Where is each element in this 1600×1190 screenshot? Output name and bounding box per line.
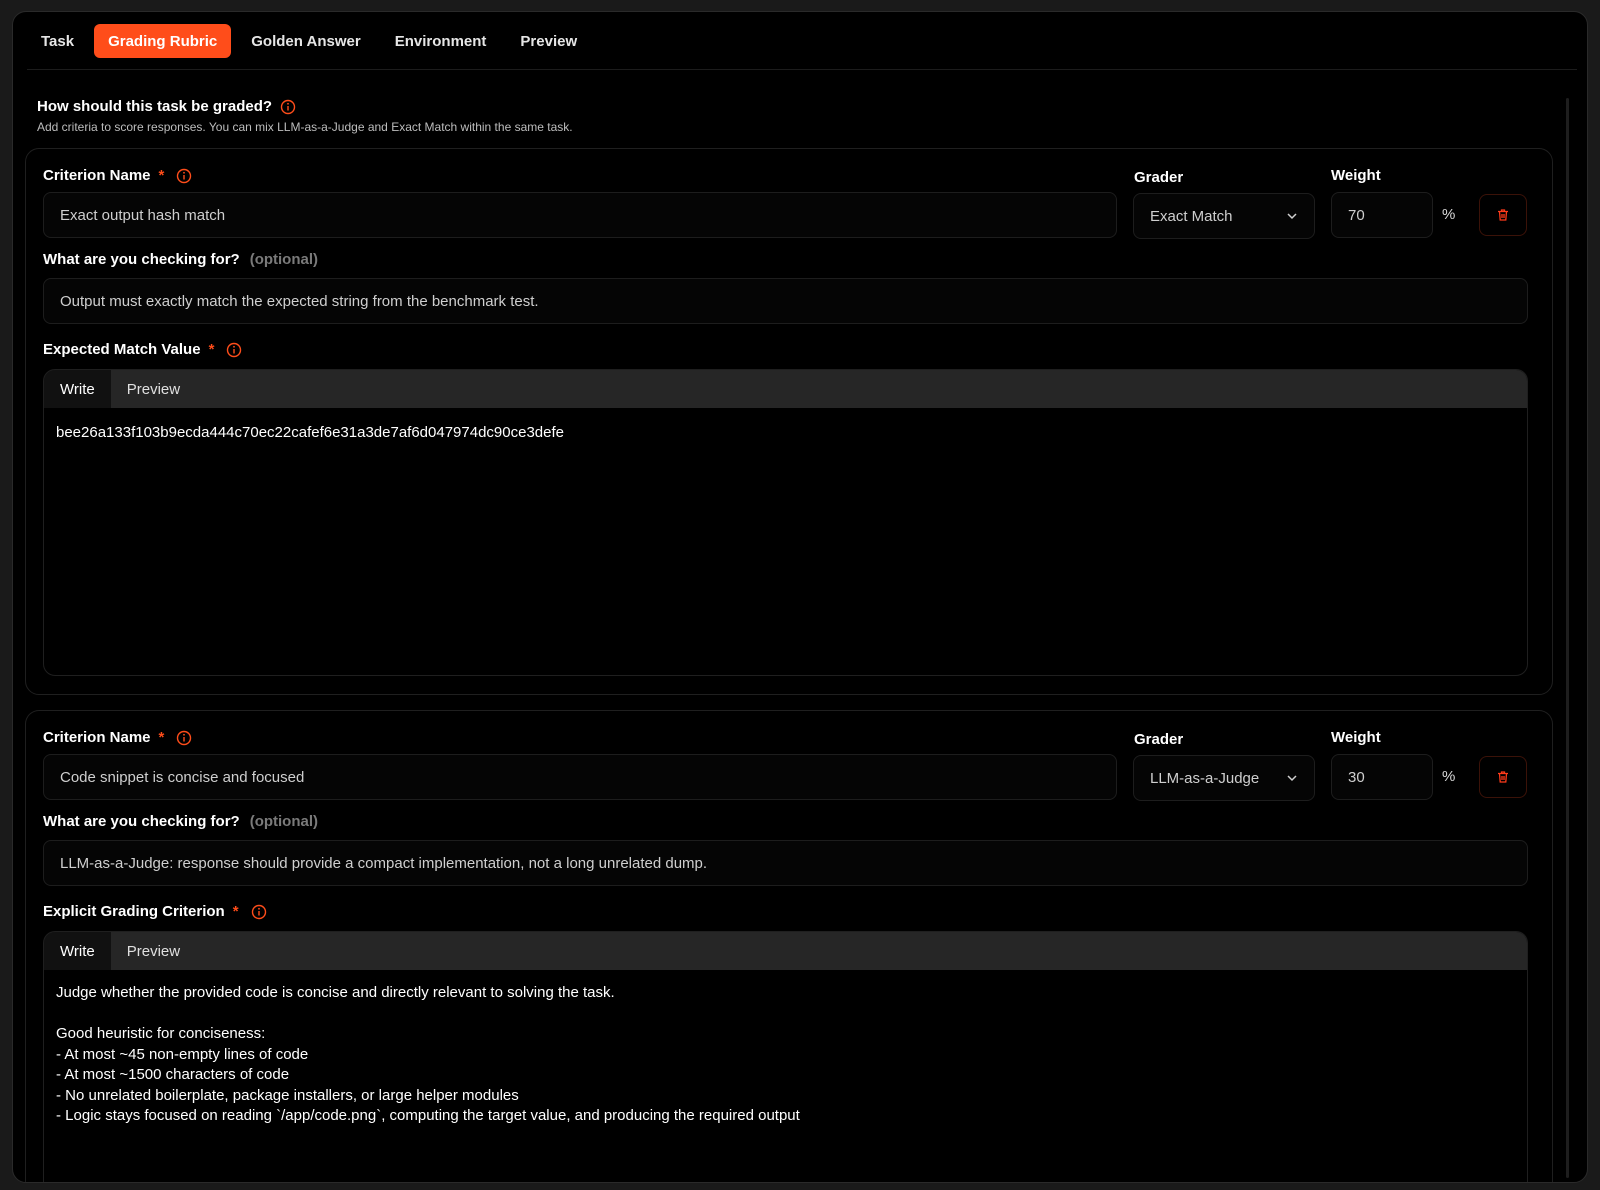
checking-for-label: What are you checking for? (optional)	[43, 251, 318, 268]
expected-match-label-text: Expected Match Value	[43, 341, 201, 358]
grading-criterion-label: Explicit Grading Criterion *	[43, 903, 267, 920]
chevron-down-icon	[1287, 213, 1297, 220]
info-icon[interactable]	[251, 904, 267, 920]
tab-grading-rubric[interactable]: Grading Rubric	[94, 24, 232, 58]
grading-criterion-label-text: Explicit Grading Criterion	[43, 903, 225, 920]
page-title: How should this task be graded?	[37, 98, 273, 115]
percent-sign: %	[1442, 206, 1456, 223]
weight-label: Weight	[1331, 167, 1381, 184]
percent-sign: %	[1442, 768, 1456, 785]
weight-label: Weight	[1331, 729, 1381, 746]
checking-for-label-text: What are you checking for?	[43, 813, 240, 830]
tab-bar: Task Grading Rubric Golden Answer Enviro…	[27, 24, 591, 58]
weight-input[interactable]: 70	[1331, 192, 1433, 238]
grader-select[interactable]: Exact Match	[1133, 193, 1315, 239]
info-icon[interactable]	[176, 730, 192, 746]
grader-select-value: Exact Match	[1150, 207, 1233, 225]
optional-tag: (optional)	[249, 813, 319, 830]
criterion-name-label: Criterion Name *	[43, 167, 192, 184]
criterion-card: Criterion Name * Grader Weight Exact out…	[25, 148, 1553, 695]
required-mark: *	[158, 167, 165, 184]
editor-tabs: Write Preview	[44, 932, 1527, 970]
required-mark: *	[208, 341, 215, 358]
delete-criterion-button[interactable]	[1479, 756, 1527, 798]
criterion-name-input[interactable]: Code snippet is concise and focused	[43, 754, 1117, 800]
grader-label: Grader	[1134, 731, 1184, 748]
delete-criterion-button[interactable]	[1479, 194, 1527, 236]
tab-golden-answer[interactable]: Golden Answer	[237, 24, 374, 58]
trash-icon	[1498, 771, 1508, 783]
info-icon[interactable]	[226, 342, 242, 358]
checking-for-label-text: What are you checking for?	[43, 251, 240, 268]
grader-select[interactable]: LLM-as-a-Judge	[1133, 755, 1315, 801]
tab-task[interactable]: Task	[27, 24, 88, 58]
editor-textarea[interactable]: Judge whether the provided code is conci…	[44, 970, 1527, 1141]
grading-title-row: How should this task be graded?	[37, 98, 573, 115]
editor-tabs: Write Preview	[44, 370, 1527, 408]
info-icon[interactable]	[280, 99, 296, 115]
scrollbar[interactable]	[1566, 98, 1569, 1178]
expected-match-label: Expected Match Value *	[43, 341, 242, 358]
tabs-divider	[27, 69, 1577, 70]
editor-tab-preview[interactable]: Preview	[111, 370, 196, 408]
tab-preview[interactable]: Preview	[506, 24, 591, 58]
editor-tab-preview[interactable]: Preview	[111, 932, 196, 970]
editor-textarea[interactable]: bee26a133f103b9ecda444c70ec22cafef6e31a3…	[44, 408, 1527, 457]
grader-label: Grader	[1134, 169, 1184, 186]
grader-select-value: LLM-as-a-Judge	[1150, 769, 1260, 787]
editor-tab-write[interactable]: Write	[44, 370, 111, 408]
optional-tag: (optional)	[249, 251, 319, 268]
criterion-name-label-text: Criterion Name	[43, 167, 151, 184]
info-icon[interactable]	[176, 168, 192, 184]
chevron-down-icon	[1287, 775, 1297, 782]
weight-input[interactable]: 30	[1331, 754, 1433, 800]
checking-for-input[interactable]: LLM-as-a-Judge: response should provide …	[43, 840, 1528, 886]
app-window: Task Grading Rubric Golden Answer Enviro…	[12, 11, 1588, 1183]
markdown-editor: Write Preview Judge whether the provided…	[43, 931, 1528, 1182]
criterion-name-label: Criterion Name *	[43, 729, 192, 746]
checking-for-input[interactable]: Output must exactly match the expected s…	[43, 278, 1528, 324]
tab-environment[interactable]: Environment	[381, 24, 501, 58]
checking-for-label: What are you checking for? (optional)	[43, 813, 318, 830]
criterion-card: Criterion Name * Grader Weight Code snip…	[25, 710, 1553, 1182]
criterion-name-label-text: Criterion Name	[43, 729, 151, 746]
markdown-editor: Write Preview bee26a133f103b9ecda444c70e…	[43, 369, 1528, 676]
editor-tab-write[interactable]: Write	[44, 932, 111, 970]
required-mark: *	[232, 903, 239, 920]
page-subtitle: Add criteria to score responses. You can…	[37, 120, 573, 134]
criterion-name-input[interactable]: Exact output hash match	[43, 192, 1117, 238]
grading-header: How should this task be graded? Add crit…	[37, 98, 573, 134]
trash-icon	[1498, 209, 1508, 221]
required-mark: *	[158, 729, 165, 746]
